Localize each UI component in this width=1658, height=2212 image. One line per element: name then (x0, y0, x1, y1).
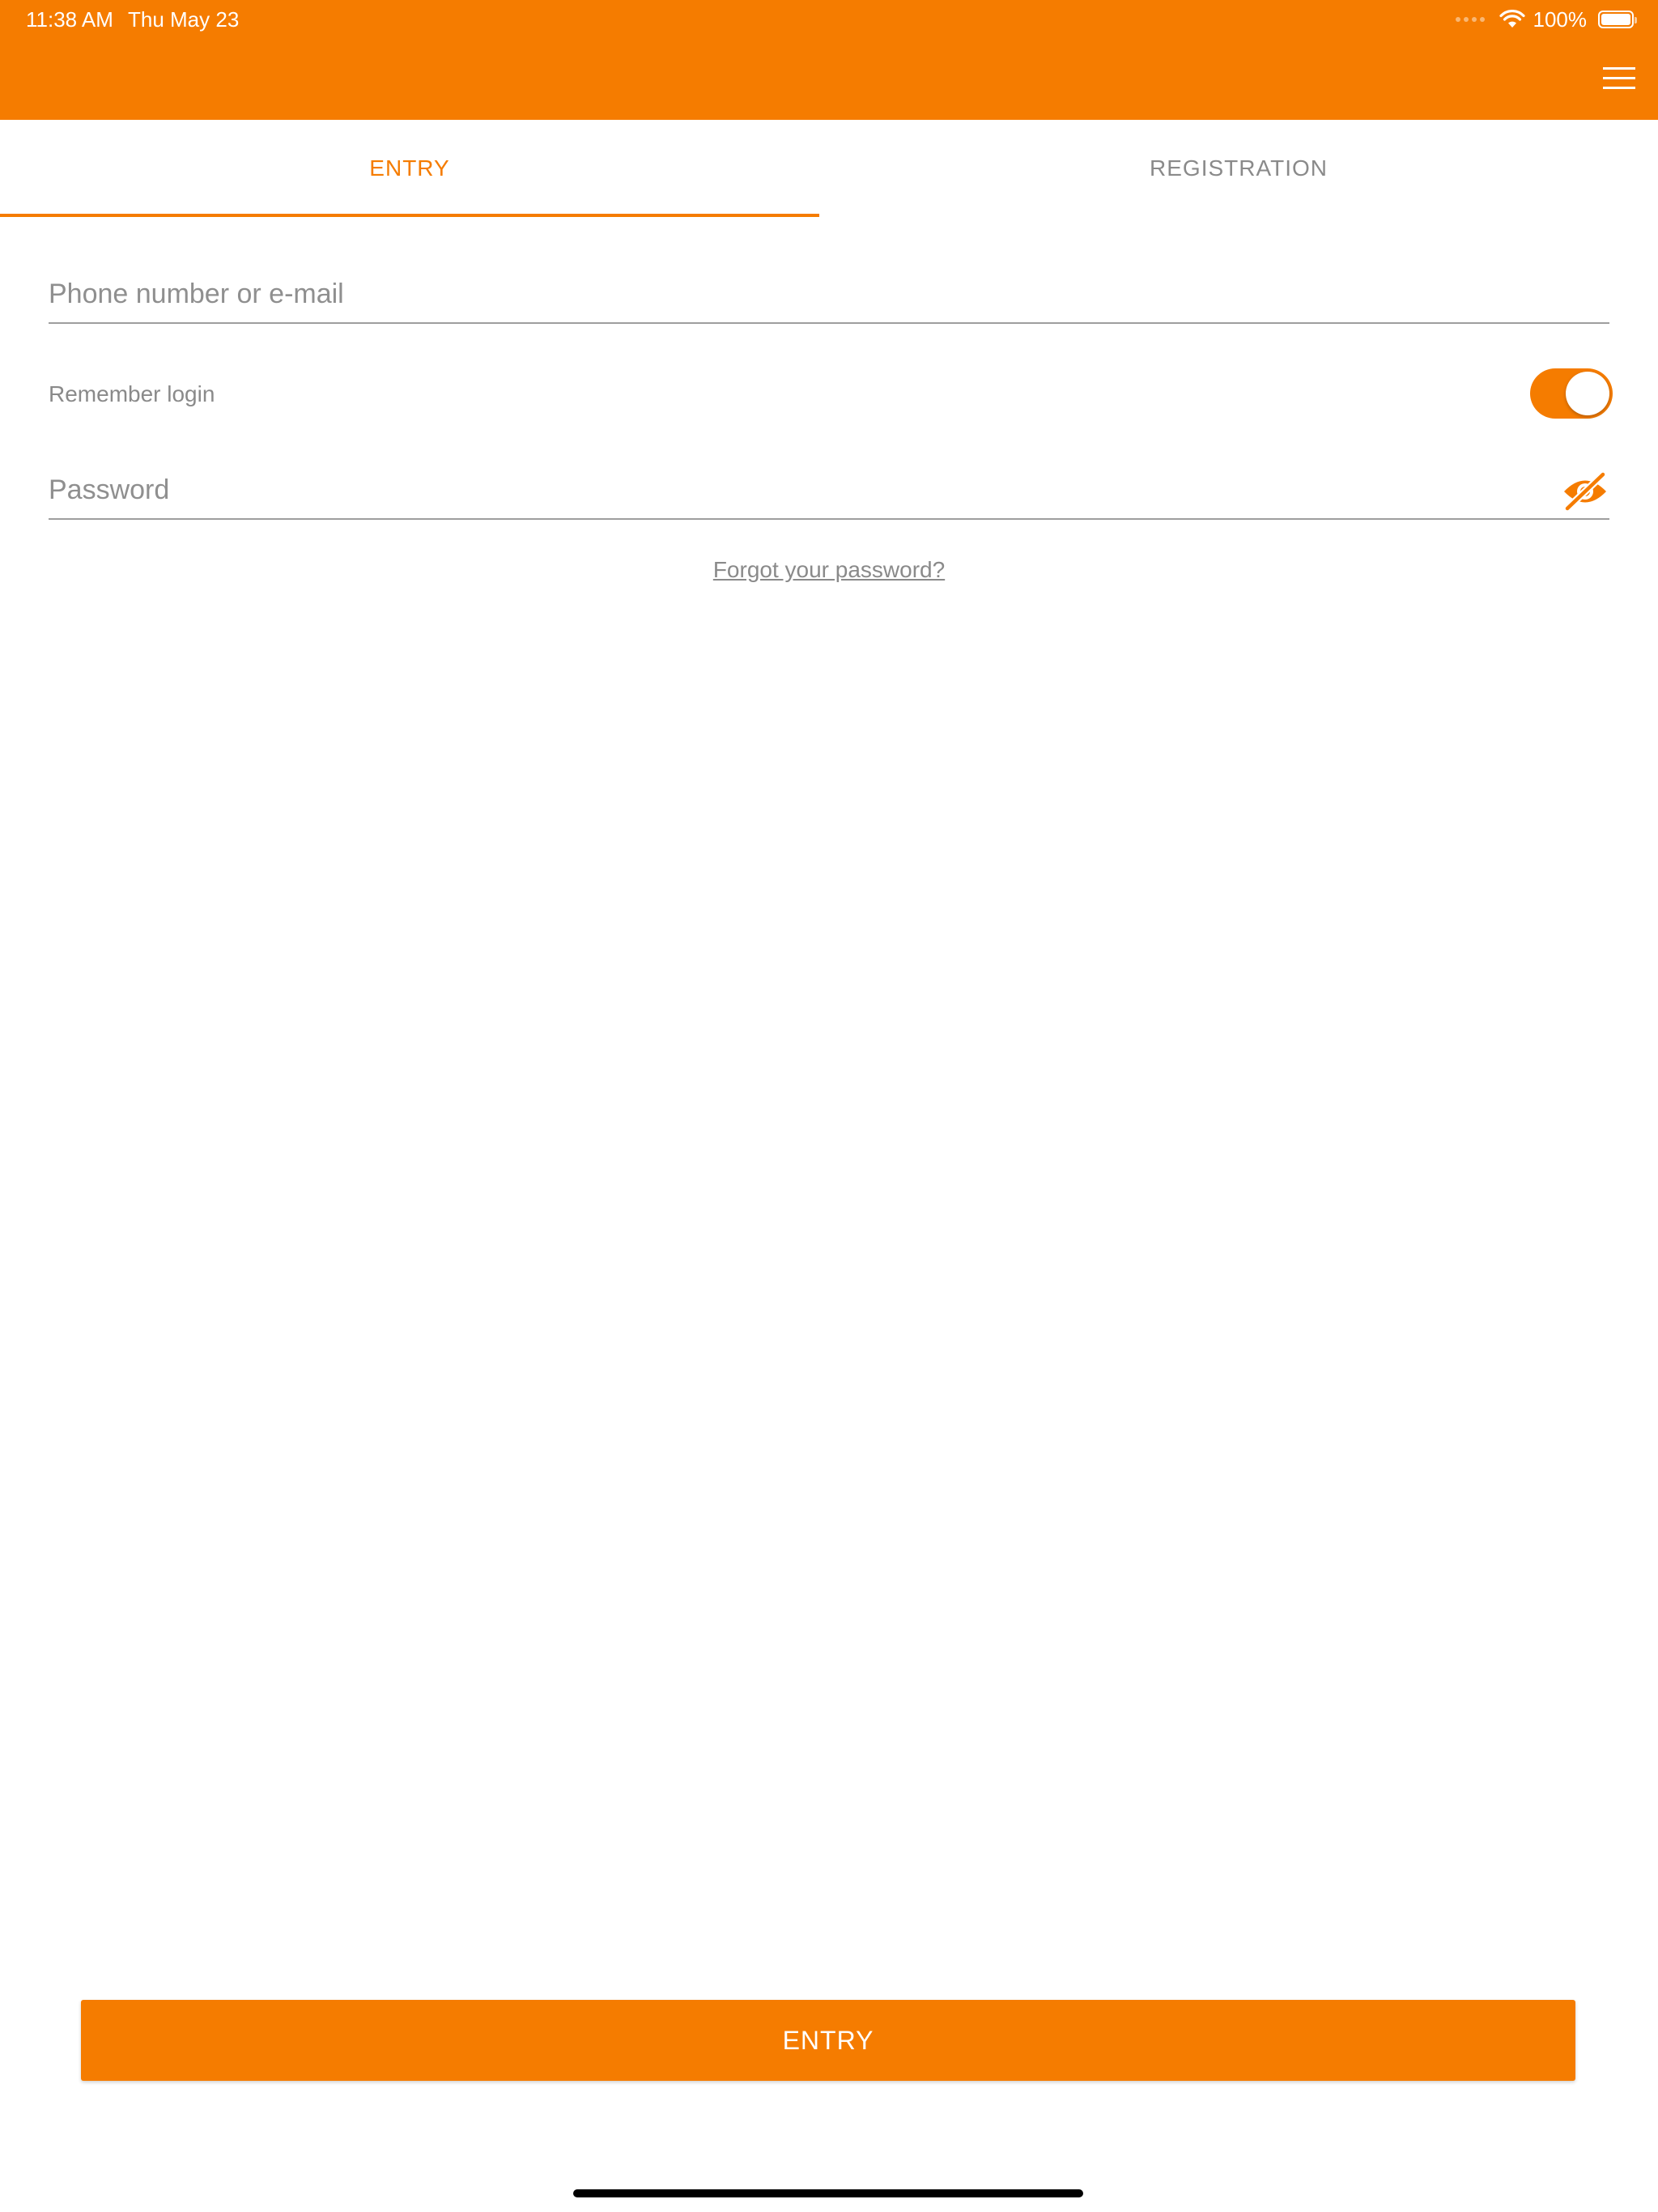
status-indicators: 100% (1455, 6, 1637, 32)
tab-registration[interactable]: REGISTRATION (819, 120, 1658, 217)
home-indicator (573, 2189, 1083, 2197)
eye-slash-icon[interactable] (1561, 471, 1609, 512)
status-time: 11:38 AM (26, 7, 113, 32)
remember-login-toggle[interactable] (1530, 368, 1613, 419)
login-field (49, 267, 1609, 324)
hamburger-menu-icon[interactable] (1600, 58, 1639, 97)
app-header: 11:38 AM Thu May 23 100% (0, 0, 1658, 120)
password-input[interactable] (49, 470, 1546, 510)
login-input[interactable] (49, 274, 1546, 314)
wifi-icon (1499, 10, 1525, 28)
password-field (49, 463, 1609, 520)
entry-button[interactable]: ENTRY (81, 2000, 1575, 2081)
tab-entry[interactable]: ENTRY (0, 120, 819, 217)
remember-login-label: Remember login (49, 381, 215, 406)
battery-percent: 100% (1533, 6, 1588, 32)
battery-icon (1598, 11, 1637, 28)
toggle-knob (1566, 372, 1609, 415)
remember-login-row: Remember login (49, 368, 1613, 422)
forgot-password-link[interactable]: Forgot your password? (0, 557, 1658, 583)
cellular-signal-icon (1455, 17, 1485, 22)
auth-tabs: ENTRY REGISTRATION (0, 120, 1658, 218)
battery-fill (1601, 14, 1630, 25)
status-date: Thu May 23 (128, 7, 240, 32)
